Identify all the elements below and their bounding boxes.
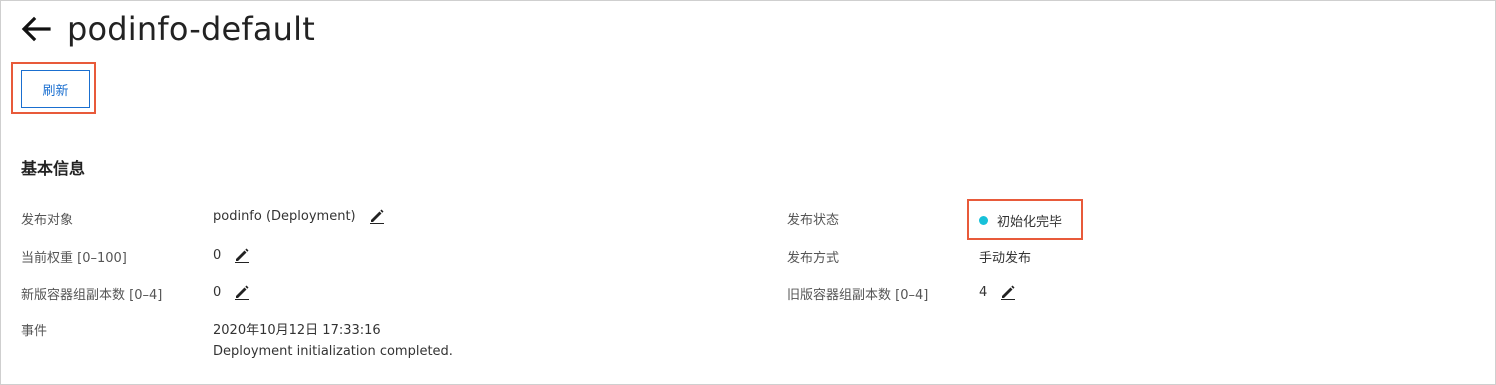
- new-replicas-value: 0: [213, 284, 222, 300]
- page-header: podinfo-default: [19, 7, 315, 51]
- target-value: podinfo (Deployment): [213, 208, 356, 224]
- page-frame: podinfo-default 刷新 基本信息 发布对象 podinfo (De…: [0, 0, 1496, 385]
- weight-value: 0: [213, 247, 222, 263]
- refresh-button[interactable]: 刷新: [21, 70, 90, 108]
- target-value-row: podinfo (Deployment): [213, 207, 386, 225]
- method-label: 发布方式: [787, 251, 840, 266]
- status-value: 初始化完毕: [997, 215, 1063, 230]
- new-replicas-value-row: 0: [213, 283, 251, 301]
- method-value: 手动发布: [979, 251, 1032, 266]
- edit-target-button[interactable]: [368, 207, 386, 225]
- event-time: 2020年10月12日 17:33:16: [213, 323, 381, 338]
- target-label: 发布对象: [21, 213, 74, 228]
- pencil-icon: [369, 209, 384, 224]
- status-badge: 初始化完毕: [979, 211, 1062, 230]
- page-title: podinfo-default: [67, 10, 315, 48]
- arrow-left-icon: [21, 16, 51, 42]
- section-title: 基本信息: [21, 159, 86, 178]
- edit-old-replicas-button[interactable]: [999, 283, 1017, 301]
- edit-weight-button[interactable]: [233, 246, 251, 264]
- old-replicas-value: 4: [979, 284, 988, 300]
- weight-label: 当前权重 [0–100]: [21, 251, 127, 266]
- event-label: 事件: [21, 324, 48, 339]
- event-message: Deployment initialization completed.: [213, 344, 453, 359]
- new-replicas-label: 新版容器组副本数 [0–4]: [21, 288, 163, 303]
- weight-value-row: 0: [213, 246, 251, 264]
- old-replicas-value-row: 4: [979, 283, 1017, 301]
- old-replicas-label: 旧版容器组副本数 [0–4]: [787, 288, 929, 303]
- refresh-highlight: 刷新: [11, 62, 96, 114]
- status-label: 发布状态: [787, 213, 840, 228]
- pencil-icon: [235, 285, 250, 300]
- status-highlight: 初始化完毕: [967, 199, 1083, 240]
- pencil-icon: [1001, 285, 1016, 300]
- pencil-icon: [235, 248, 250, 263]
- back-button[interactable]: [19, 12, 53, 46]
- edit-new-replicas-button[interactable]: [233, 283, 251, 301]
- status-dot-icon: [979, 216, 988, 225]
